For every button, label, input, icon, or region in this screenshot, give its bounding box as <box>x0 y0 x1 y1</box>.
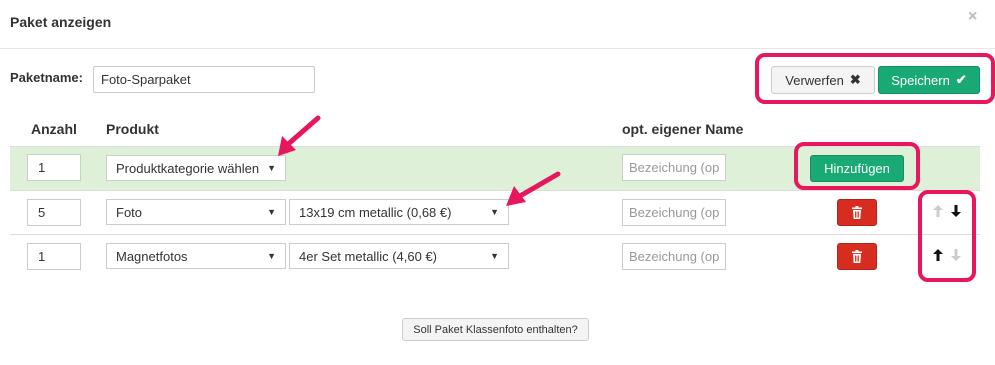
dialog-title: Paket anzeigen <box>10 14 112 30</box>
add-button[interactable]: Hinzufügen <box>810 155 904 182</box>
delete-button[interactable] <box>837 243 877 270</box>
check-icon: ✔ <box>955 72 967 87</box>
chevron-down-icon: ▼ <box>267 207 276 217</box>
highlight-frame-sort <box>918 190 976 282</box>
discard-button[interactable]: Verwerfen ✖ <box>771 66 875 94</box>
row-name-input[interactable] <box>622 199 726 226</box>
save-button[interactable]: Speichern ✔ <box>878 66 980 94</box>
row-divider <box>10 234 980 235</box>
chevron-down-icon: ▼ <box>490 207 499 217</box>
class-photo-button[interactable]: Soll Paket Klassenfoto enthalten? <box>402 318 589 341</box>
move-up-icon <box>933 205 943 217</box>
row-variant-value: 13x19 cm metallic (0,68 €) <box>299 204 452 220</box>
delete-button[interactable] <box>837 199 877 226</box>
row-category-value: Magnetfotos <box>116 248 188 264</box>
row-variant-value: 4er Set metallic (4,60 €) <box>299 248 438 264</box>
move-down-icon <box>951 249 961 261</box>
annotation-arrow <box>278 115 321 156</box>
row-divider <box>10 190 980 191</box>
new-category-value: Produktkategorie wählen <box>116 160 260 176</box>
package-name-input[interactable] <box>93 66 315 93</box>
move-down-icon[interactable] <box>951 205 961 217</box>
move-up-icon[interactable] <box>933 249 943 261</box>
row-variant-select[interactable]: 13x19 cm metallic (0,68 €) ▼ <box>289 199 509 225</box>
column-header-product: Produkt <box>106 121 159 137</box>
annotation-arrow <box>506 171 561 206</box>
chevron-down-icon: ▼ <box>267 163 276 173</box>
row-qty-input[interactable] <box>27 199 81 226</box>
new-qty-input[interactable] <box>27 154 81 181</box>
chevron-down-icon: ▼ <box>267 251 276 261</box>
column-header-name: opt. eigener Name <box>622 121 744 137</box>
row-qty-input[interactable] <box>27 243 81 270</box>
row-category-value: Foto <box>116 204 143 220</box>
row-name-input[interactable] <box>622 243 726 270</box>
trash-icon <box>852 206 862 219</box>
new-category-select[interactable]: Produktkategorie wählen ▼ <box>106 155 286 181</box>
package-name-label: Paketname: <box>10 70 83 85</box>
header-divider <box>0 48 995 49</box>
chevron-down-icon: ▼ <box>490 251 499 261</box>
trash-icon <box>852 250 862 263</box>
row-variant-select[interactable]: 4er Set metallic (4,60 €) ▼ <box>289 243 509 269</box>
times-icon: ✖ <box>849 72 861 87</box>
row-category-select[interactable]: Foto ▼ <box>106 199 286 225</box>
new-name-input[interactable] <box>622 154 726 181</box>
row-category-select[interactable]: Magnetfotos ▼ <box>106 243 286 269</box>
save-label: Speichern <box>891 72 950 88</box>
column-header-qty: Anzahl <box>31 121 77 137</box>
discard-label: Verwerfen <box>785 72 844 88</box>
close-icon[interactable]: × <box>968 8 977 26</box>
